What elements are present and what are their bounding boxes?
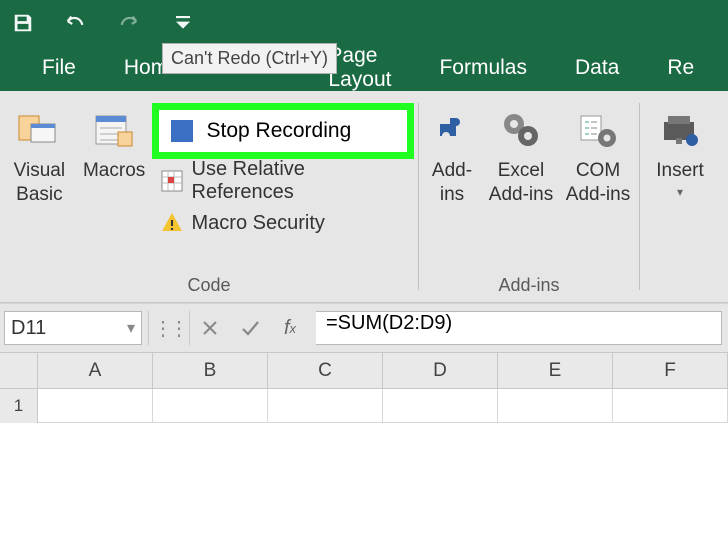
tab-file[interactable]: File [42, 56, 76, 80]
macro-security-icon [160, 211, 184, 235]
save-icon[interactable] [12, 12, 34, 34]
insert-control-button[interactable]: Insert ▾ [642, 101, 718, 205]
visual-basic-icon [16, 107, 62, 153]
excel-addins-label: Excel Add-ins [489, 159, 553, 207]
com-addins-label: COM Add-ins [566, 159, 630, 207]
ribbon-group-controls: Insert ▾ [640, 91, 720, 302]
use-relative-references-button[interactable]: Use Relative References [152, 161, 417, 201]
visual-basic-button[interactable]: Visual Basic [2, 101, 77, 213]
redo-tooltip: Can't Redo (Ctrl+Y) [162, 43, 337, 74]
column-header[interactable]: E [498, 353, 613, 389]
tab-review[interactable]: Re [667, 56, 694, 80]
com-addins-button[interactable]: COM Add-ins [558, 101, 638, 213]
column-header[interactable]: B [153, 353, 268, 389]
addins-label: Add- ins [432, 159, 472, 207]
macro-security-label: Macro Security [192, 212, 325, 235]
relative-references-label: Use Relative References [192, 158, 409, 204]
name-box[interactable]: ▾ [4, 311, 142, 345]
cell[interactable] [498, 389, 613, 423]
macros-button[interactable]: Macros [77, 101, 152, 189]
insert-control-label: Insert [656, 159, 704, 183]
insert-control-icon [657, 107, 703, 153]
formula-input[interactable] [326, 312, 711, 335]
column-header[interactable]: A [38, 353, 153, 389]
ribbon: Visual Basic Macros Stop Recording [0, 91, 728, 303]
undo-icon[interactable] [62, 12, 88, 34]
code-group-label: Code [187, 269, 230, 298]
fx-icon[interactable]: fx [270, 303, 310, 353]
enter-formula-icon[interactable] [230, 303, 270, 353]
macros-icon [91, 107, 137, 153]
excel-addins-icon [498, 107, 544, 153]
formula-options-icon[interactable]: ⋮⋮ [149, 303, 189, 353]
ribbon-tabs: File Home Insert Page Layout Formulas Da… [0, 45, 728, 91]
excel-addins-button[interactable]: Excel Add-ins [484, 101, 558, 213]
visual-basic-label: Visual Basic [14, 159, 65, 207]
tab-data[interactable]: Data [575, 56, 619, 80]
stop-recording-button[interactable]: Stop Recording [152, 103, 414, 159]
quick-access-toolbar [0, 0, 728, 45]
redo-icon[interactable] [116, 12, 142, 34]
com-addins-icon [575, 107, 621, 153]
column-header[interactable]: D [383, 353, 498, 389]
addins-icon [429, 107, 475, 153]
column-header[interactable]: C [268, 353, 383, 389]
macros-label: Macros [83, 159, 145, 183]
relative-references-icon [160, 169, 184, 193]
tab-formulas[interactable]: Formulas [439, 56, 527, 80]
row-header[interactable]: 1 [0, 389, 38, 423]
select-all-corner[interactable] [0, 353, 38, 389]
cell[interactable] [153, 389, 268, 423]
ribbon-group-addins: Add- ins Excel Add-ins COM Add-ins Add-i… [419, 91, 639, 302]
cell[interactable] [38, 389, 153, 423]
cell[interactable] [613, 389, 728, 423]
customize-qat-icon[interactable] [176, 16, 190, 30]
stop-recording-label: Stop Recording [207, 119, 352, 143]
ribbon-group-code: Visual Basic Macros Stop Recording [0, 91, 418, 302]
formula-input-wrapper [316, 311, 722, 345]
dropdown-caret-icon: ▾ [677, 185, 683, 199]
stop-recording-icon [169, 118, 195, 144]
cell[interactable] [383, 389, 498, 423]
cell[interactable] [268, 389, 383, 423]
formula-bar: ▾ ⋮⋮ fx [0, 303, 728, 353]
addins-button[interactable]: Add- ins [420, 101, 484, 213]
addins-group-label: Add-ins [498, 269, 559, 298]
column-header[interactable]: F [613, 353, 728, 389]
name-box-dropdown-icon[interactable]: ▾ [127, 318, 135, 338]
tab-page-layout[interactable]: Page Layout [328, 44, 391, 92]
cancel-formula-icon[interactable] [190, 303, 230, 353]
macro-security-button[interactable]: Macro Security [152, 203, 417, 243]
column-headers: A B C D E F [0, 353, 728, 389]
grid-row: 1 [0, 389, 728, 423]
name-box-input[interactable] [11, 317, 101, 340]
